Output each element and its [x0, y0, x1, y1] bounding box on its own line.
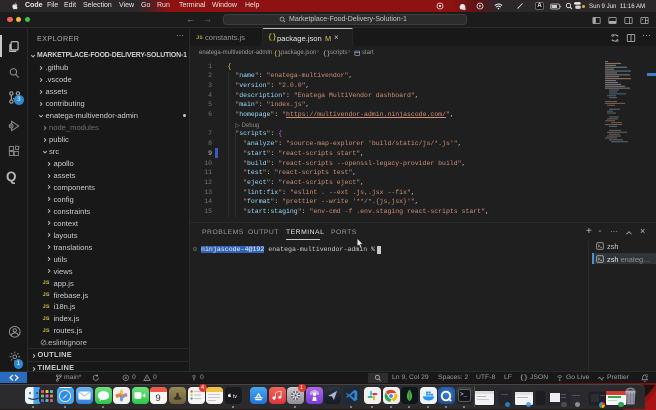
svg-text:tv: tv [233, 394, 237, 400]
